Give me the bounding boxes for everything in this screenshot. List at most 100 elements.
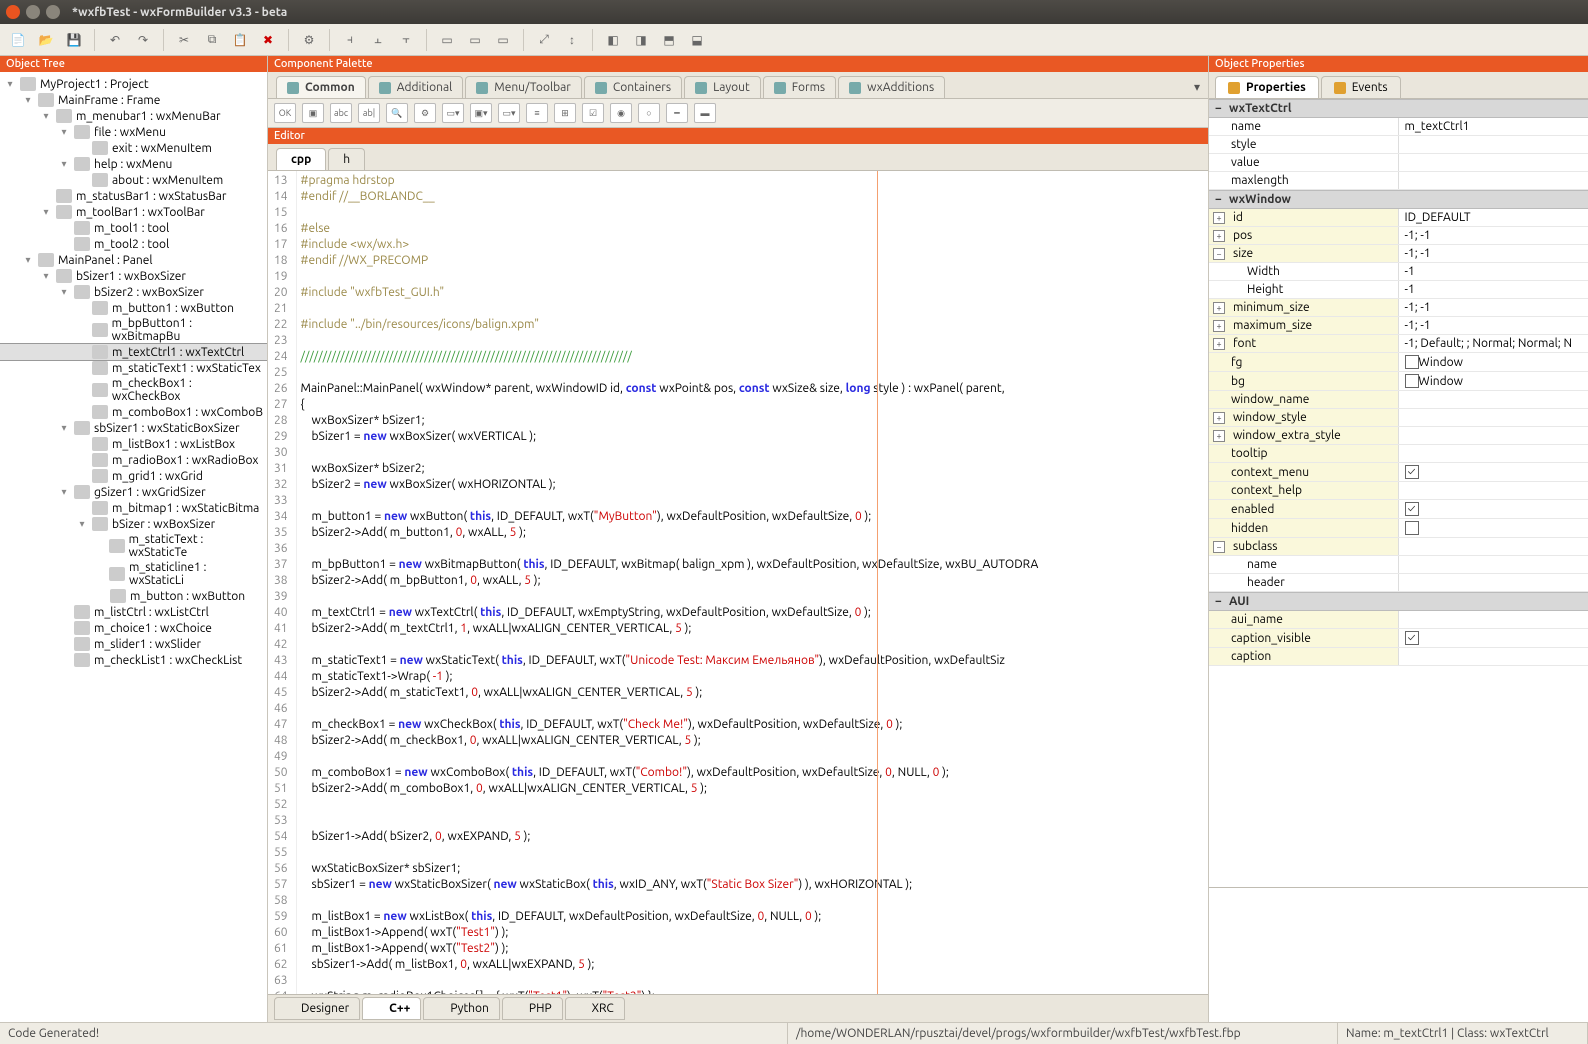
tree-twisty-icon[interactable]: ▾	[58, 486, 70, 498]
prop-row-style[interactable]: style	[1209, 136, 1588, 154]
tree-item[interactable]: ▾MainPanel : Panel	[0, 252, 267, 268]
expand-icon[interactable]: +	[1213, 320, 1225, 332]
tree-twisty-icon[interactable]: ▾	[4, 78, 16, 90]
palette-textctrl-item[interactable]: ab|	[358, 103, 380, 123]
prop-category[interactable]: −AUI	[1209, 592, 1588, 611]
prop-tab-properties[interactable]: Properties	[1215, 76, 1319, 98]
prop-row-Height[interactable]: Height-1	[1209, 281, 1588, 299]
palette-slider-item[interactable]: ━	[666, 103, 688, 123]
tree-item[interactable]: ▾m_toolBar1 : wxToolBar	[0, 204, 267, 220]
prop-value[interactable]: Window	[1399, 372, 1588, 390]
prop-row-fg[interactable]: fg Window	[1209, 353, 1588, 372]
prop-value[interactable]	[1399, 556, 1588, 573]
prop-row-context_help[interactable]: context_help	[1209, 482, 1588, 500]
tree-twisty-icon[interactable]: ▾	[58, 158, 70, 170]
view-tab-xrc[interactable]: XRC	[565, 997, 625, 1020]
prop-value[interactable]	[1399, 409, 1588, 426]
tree-item[interactable]: ▾help : wxMenu	[0, 156, 267, 172]
prop-value[interactable]	[1399, 427, 1588, 444]
prop-row-caption[interactable]: caption	[1209, 648, 1588, 666]
prop-row-window_name[interactable]: window_name	[1209, 391, 1588, 409]
align-bottom-button[interactable]: ▭	[491, 28, 515, 52]
prop-value[interactable]	[1399, 538, 1588, 555]
prop-value[interactable]: Window	[1399, 353, 1588, 371]
tree-item[interactable]: m_bpButton1 : wxBitmapBu	[0, 316, 267, 344]
expand-icon[interactable]: +	[1213, 412, 1225, 424]
prop-row-window_style[interactable]: +window_style	[1209, 409, 1588, 427]
prop-row-subclass[interactable]: −subclass	[1209, 538, 1588, 556]
prop-value[interactable]	[1399, 391, 1588, 408]
prop-value[interactable]	[1399, 482, 1588, 499]
checkbox[interactable]: ✓	[1405, 465, 1419, 479]
tree-item[interactable]: m_tool2 : tool	[0, 236, 267, 252]
border-top-button[interactable]: ⬒	[657, 28, 681, 52]
prop-value[interactable]: -1	[1399, 263, 1588, 280]
expand-icon[interactable]: −	[1213, 541, 1225, 553]
prop-row-tooltip[interactable]: tooltip	[1209, 445, 1588, 463]
palette-gauge-item[interactable]: ⚙	[414, 103, 436, 123]
delete-button[interactable]: ✖	[256, 28, 280, 52]
border-bottom-button[interactable]: ⬓	[685, 28, 709, 52]
palette-dropdown-icon[interactable]: ▾	[1186, 76, 1208, 98]
tree-item[interactable]: m_listBox1 : wxListBox	[0, 436, 267, 452]
tree-item[interactable]: ▾MainFrame : Frame	[0, 92, 267, 108]
prop-row-name[interactable]: namem_textCtrl1	[1209, 118, 1588, 136]
window-minimize-button[interactable]	[26, 5, 40, 19]
tree-item[interactable]: ▾sbSizer1 : wxStaticBoxSizer	[0, 420, 267, 436]
prop-row-window_extra_style[interactable]: +window_extra_style	[1209, 427, 1588, 445]
cut-button[interactable]: ✂	[172, 28, 196, 52]
prop-value[interactable]: -1	[1399, 281, 1588, 298]
palette-statictext-item[interactable]: abc	[330, 103, 352, 123]
palette-combo-bitmap-item[interactable]: ▣▾	[470, 103, 492, 123]
tree-item[interactable]: m_radioBox1 : wxRadioBox	[0, 452, 267, 468]
tree-twisty-icon[interactable]: ▾	[40, 110, 52, 122]
tree-item[interactable]: m_textCtrl1 : wxTextCtrl	[0, 344, 267, 360]
align-top-button[interactable]: ▭	[435, 28, 459, 52]
palette-tab-forms[interactable]: Forms	[763, 76, 836, 98]
stretch-button[interactable]: ↕	[560, 28, 584, 52]
palette-tab-common[interactable]: Common	[276, 76, 366, 98]
tree-twisty-icon[interactable]: ▾	[40, 206, 52, 218]
palette-tab-wxadditions[interactable]: wxAdditions	[838, 76, 945, 98]
prop-value[interactable]: -1; Default; ; Normal; Normal; N	[1399, 335, 1588, 352]
tree-item[interactable]: m_checkList1 : wxCheckList	[0, 652, 267, 668]
palette-combo-item[interactable]: ▭▾	[442, 103, 464, 123]
prop-row-context_menu[interactable]: context_menu✓	[1209, 463, 1588, 482]
tree-item[interactable]: ▾bSizer : wxBoxSizer	[0, 516, 267, 532]
property-grid[interactable]: −wxTextCtrlnamem_textCtrl1stylevaluemaxl…	[1209, 99, 1588, 887]
code-content[interactable]: #pragma hdrstop#endif //__BORLANDC__#els…	[297, 171, 1043, 994]
window-maximize-button[interactable]	[46, 5, 60, 19]
tree-item[interactable]: m_button : wxButton	[0, 588, 267, 604]
expand-icon[interactable]: +	[1213, 302, 1225, 314]
tree-item[interactable]: about : wxMenuItem	[0, 172, 267, 188]
expand-icon[interactable]: +	[1213, 430, 1225, 442]
prop-row-bg[interactable]: bg Window	[1209, 372, 1588, 391]
redo-button[interactable]: ↷	[131, 28, 155, 52]
tree-twisty-icon[interactable]: ▾	[22, 254, 34, 266]
prop-row-caption_visible[interactable]: caption_visible✓	[1209, 629, 1588, 648]
open-button[interactable]: 📂	[34, 28, 58, 52]
tree-item[interactable]: exit : wxMenuItem	[0, 140, 267, 156]
prop-value[interactable]: -1; -1	[1399, 317, 1588, 334]
copy-button[interactable]: ⧉	[200, 28, 224, 52]
tree-item[interactable]: m_button1 : wxButton	[0, 300, 267, 316]
border-left-button[interactable]: ◧	[601, 28, 625, 52]
editor-tab-h[interactable]: h	[328, 148, 365, 170]
tree-item[interactable]: m_staticText1 : wxStaticTex	[0, 360, 267, 376]
prop-row-maximum_size[interactable]: +maximum_size-1; -1	[1209, 317, 1588, 335]
palette-search-item[interactable]: 🔍	[386, 103, 408, 123]
prop-row-value[interactable]: value	[1209, 154, 1588, 172]
tree-twisty-icon[interactable]: ▾	[58, 126, 70, 138]
prop-row-header[interactable]: header	[1209, 574, 1588, 592]
palette-listbox-item[interactable]: ≡	[526, 103, 548, 123]
view-tab-php[interactable]: PHP	[502, 997, 563, 1020]
tree-twisty-icon[interactable]: ▾	[40, 270, 52, 282]
prop-value[interactable]: ID_DEFAULT	[1399, 209, 1588, 226]
palette-button-item[interactable]: OK	[274, 103, 296, 123]
generate-code-button[interactable]: ⚙	[297, 28, 321, 52]
object-tree[interactable]: ▾MyProject1 : Project▾MainFrame : Frame▾…	[0, 72, 267, 1022]
prop-row-aui_name[interactable]: aui_name	[1209, 611, 1588, 629]
palette-tab-menu-toolbar[interactable]: Menu/Toolbar	[465, 76, 582, 98]
code-editor[interactable]: 1314151617181920212223242526272829303132…	[268, 171, 1208, 994]
palette-progress-item[interactable]: ▬	[694, 103, 716, 123]
